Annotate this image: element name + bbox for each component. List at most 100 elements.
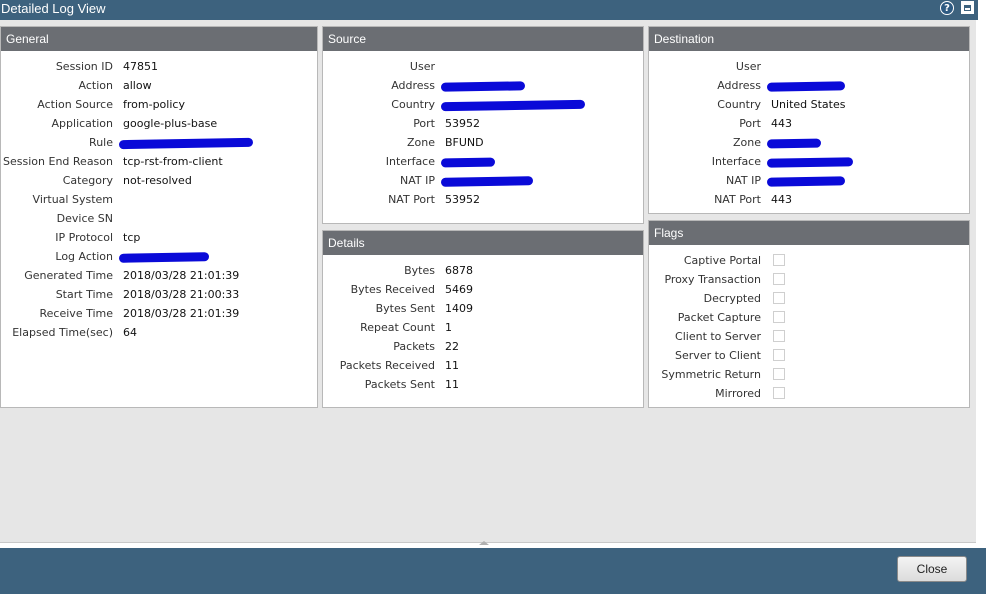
flags-row: Server to Client (649, 346, 969, 365)
flags-row-label: Packet Capture (677, 311, 761, 324)
source-row: Address (323, 76, 643, 95)
general-row-label: Session ID (55, 60, 113, 73)
general-row: Elapsed Time(sec) 64 (1, 323, 317, 342)
details-row-label: Packets Received (339, 359, 435, 372)
source-row-label: Zone (406, 136, 435, 149)
general-row-label: Log Action (55, 250, 113, 263)
general-row-label: Category (62, 174, 113, 187)
general-row-value: 2018/03/28 21:00:33 (123, 288, 240, 301)
source-panel-header: Source (323, 27, 643, 51)
destination-row: User (649, 57, 969, 76)
details-row-value: 1 (445, 321, 452, 334)
flags-row-checkbox[interactable] (773, 273, 785, 285)
general-row-value: tcp-rst-from-client (123, 155, 223, 168)
details-row-value: 11 (445, 378, 459, 391)
destination-row: Port 443 (649, 114, 969, 133)
resize-handle-icon[interactable] (478, 541, 490, 546)
source-row-label: Country (391, 98, 435, 111)
general-row: Category not-resolved (1, 171, 317, 190)
destination-row: NAT Port 443 (649, 190, 969, 209)
general-row-label: Start Time (55, 288, 113, 301)
general-row-label: IP Protocol (55, 231, 113, 244)
details-row-label: Packets (393, 340, 435, 353)
flags-row-checkbox[interactable] (773, 254, 785, 266)
flags-row: Mirrored (649, 384, 969, 403)
flags-row: Client to Server (649, 327, 969, 346)
destination-row-label: User (735, 60, 761, 73)
flags-row-checkbox[interactable] (773, 349, 785, 361)
destination-row: Zone (649, 133, 969, 152)
destination-row: Address (649, 76, 969, 95)
window-titlebar: Detailed Log View ? (0, 0, 978, 20)
details-row-value: 5469 (445, 283, 473, 296)
general-row-label: Application (51, 117, 113, 130)
redaction-mark (766, 138, 822, 149)
general-row: IP Protocol tcp (1, 228, 317, 247)
flags-row-checkbox[interactable] (773, 387, 785, 399)
destination-panel-header: Destination (649, 27, 969, 51)
source-row-label: NAT Port (388, 193, 435, 206)
destination-row-label: Interface (711, 155, 761, 168)
source-row: Port 53952 (323, 114, 643, 133)
source-row-value: 53952 (445, 117, 480, 130)
flags-row: Decrypted (649, 289, 969, 308)
flags-row: Symmetric Return (649, 365, 969, 384)
general-row-label: Virtual System (32, 193, 113, 206)
source-panel: Source User Address Country Port 53952 Zone BF… (322, 26, 644, 224)
general-row-value: 2018/03/28 21:01:39 (123, 269, 240, 282)
general-row: Log Action (1, 247, 317, 266)
general-row-label: Rule (89, 136, 113, 149)
source-row: User (323, 57, 643, 76)
redaction-mark (766, 157, 854, 168)
general-row: Virtual System (1, 190, 317, 209)
general-row: Action allow (1, 76, 317, 95)
destination-row-label: NAT IP (726, 174, 761, 187)
flags-row: Captive Portal (649, 251, 969, 270)
flags-row-checkbox[interactable] (773, 368, 785, 380)
scrollbar-track[interactable] (976, 20, 986, 542)
source-row-label: User (409, 60, 435, 73)
general-row-value: not-resolved (123, 174, 192, 187)
details-row-value: 11 (445, 359, 459, 372)
details-row-value: 6878 (445, 264, 473, 277)
source-row: Interface (323, 152, 643, 171)
destination-row: Interface (649, 152, 969, 171)
source-row-label: Interface (385, 155, 435, 168)
redaction-mark (766, 81, 846, 92)
general-row-label: Action Source (37, 98, 113, 111)
window-title: Detailed Log View (1, 1, 106, 16)
destination-row-value: United States (771, 98, 846, 111)
flags-row-checkbox[interactable] (773, 292, 785, 304)
destination-row: NAT IP (649, 171, 969, 190)
source-row-value: BFUND (445, 136, 484, 149)
close-button[interactable]: Close (897, 556, 967, 582)
source-row: NAT Port 53952 (323, 190, 643, 209)
redaction-mark (118, 137, 254, 150)
flags-panel-header: Flags (649, 221, 969, 245)
source-row: Zone BFUND (323, 133, 643, 152)
destination-row-label: NAT Port (714, 193, 761, 206)
details-row-value: 1409 (445, 302, 473, 315)
details-panel-header: Details (323, 231, 643, 255)
details-row: Bytes Received 5469 (323, 280, 643, 299)
details-row-label: Bytes Sent (375, 302, 435, 315)
general-row: Start Time 2018/03/28 21:00:33 (1, 285, 317, 304)
general-row: Action Source from-policy (1, 95, 317, 114)
general-row: Generated Time 2018/03/28 21:01:39 (1, 266, 317, 285)
destination-panel: Destination User Address Country United Sta… (648, 26, 970, 214)
flags-row-checkbox[interactable] (773, 311, 785, 323)
destination-row-value: 443 (771, 117, 792, 130)
redaction-mark (766, 176, 846, 187)
destination-row: Country United States (649, 95, 969, 114)
redaction-mark (440, 99, 586, 112)
details-row: Packets Received 11 (323, 356, 643, 375)
details-row: Packets Sent 11 (323, 375, 643, 394)
help-icon[interactable]: ? (940, 1, 954, 15)
general-panel-header: General (1, 27, 317, 51)
flags-row-label: Mirrored (715, 387, 761, 400)
flags-row-checkbox[interactable] (773, 330, 785, 342)
source-row-label: NAT IP (400, 174, 435, 187)
flags-row-label: Decrypted (703, 292, 761, 305)
redaction-mark (118, 252, 210, 263)
maximize-icon[interactable] (961, 1, 974, 14)
